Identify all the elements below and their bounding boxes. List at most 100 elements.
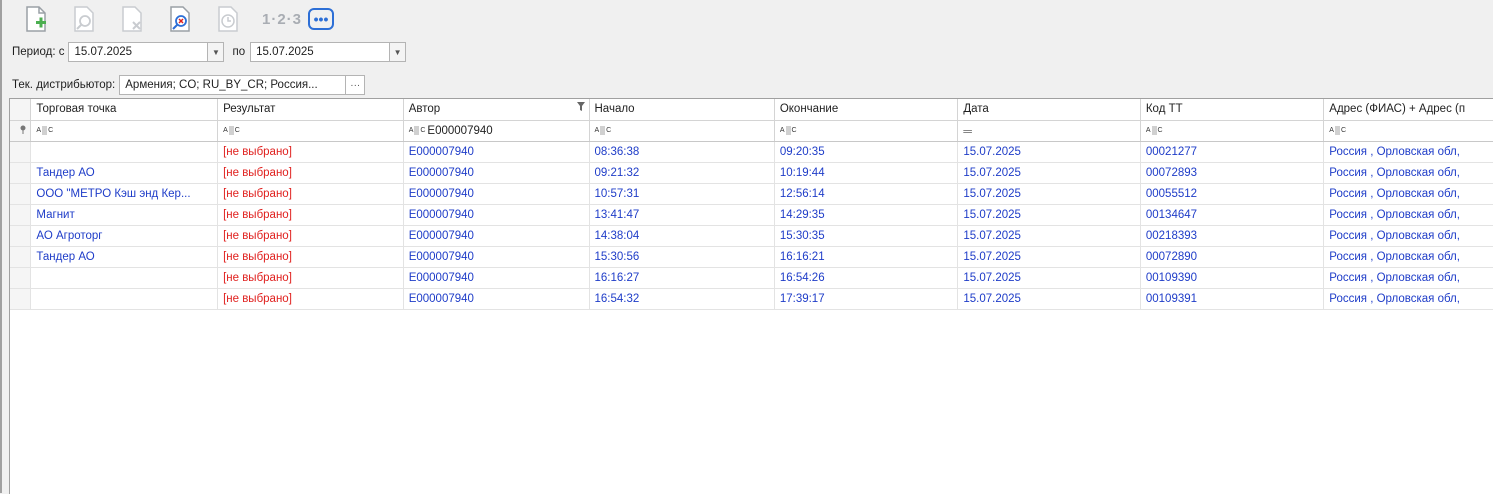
cell-address[interactable]: Россия , Орловская обл, — [1323, 267, 1493, 289]
cell-outlet[interactable]: Тандер АО — [30, 162, 219, 184]
cell-result[interactable]: [не выбрано] — [217, 246, 404, 268]
cell-date[interactable]: 15.07.2025 — [957, 267, 1141, 289]
more-actions-button[interactable]: ••• — [308, 8, 334, 30]
table-row[interactable]: АО Агроторг [не выбрано] E000007940 14:38:0… — [10, 225, 1493, 247]
column-header-end[interactable]: Окончание — [774, 99, 959, 121]
cell-author[interactable]: E000007940 — [403, 288, 590, 310]
cell-outlet-code[interactable]: 00109391 — [1140, 288, 1325, 310]
cell-address[interactable]: Россия , Орловская обл, — [1323, 225, 1493, 247]
history-button[interactable] — [212, 2, 246, 36]
table-row[interactable]: ООО "МЕТРО Кэш энд Кер... [не выбрано] E00… — [10, 183, 1493, 205]
cell-address[interactable]: Россия , Орловская обл, — [1323, 141, 1493, 163]
row-indicator[interactable] — [10, 225, 32, 247]
cell-start[interactable]: 15:30:56 — [589, 246, 775, 268]
cell-end[interactable]: 17:39:17 — [774, 288, 959, 310]
filter-cell[interactable]: ═ — [957, 120, 1141, 142]
table-row[interactable]: Магнит [не выбрано] E000007940 13:41:47 14:2… — [10, 204, 1493, 226]
period-to-date-field[interactable]: 15.07.2025 ▼ — [250, 42, 407, 62]
cell-author[interactable]: E000007940 — [403, 204, 590, 226]
filter-icon[interactable] — [576, 102, 585, 111]
cell-start[interactable]: 13:41:47 — [589, 204, 775, 226]
cell-outlet[interactable]: АО Агроторг — [30, 225, 219, 247]
cell-result[interactable]: [не выбрано] — [217, 225, 404, 247]
row-indicator[interactable] — [10, 204, 32, 226]
table-row[interactable]: [не выбрано] E000007940 16:16:27 16:54:26 15… — [10, 267, 1493, 289]
table-row[interactable]: Тандер АО [не выбрано] E000007940 15:30:56 1… — [10, 246, 1493, 268]
cell-date[interactable]: 15.07.2025 — [957, 141, 1141, 163]
distributor-value[interactable]: Армения; CO; RU_BY_CR; Россия... — [120, 76, 345, 94]
cell-outlet[interactable]: ООО "МЕТРО Кэш энд Кер... — [30, 183, 219, 205]
period-from-date-field[interactable]: 15.07.2025 ▼ — [68, 42, 225, 62]
cell-end[interactable]: 16:54:26 — [774, 267, 959, 289]
cell-result[interactable]: [не выбрано] — [217, 267, 404, 289]
cell-outlet[interactable]: Магнит — [30, 204, 219, 226]
cell-start[interactable]: 09:21:32 — [589, 162, 775, 184]
cell-author[interactable]: E000007940 — [403, 246, 590, 268]
cell-outlet-code[interactable]: 00218393 — [1140, 225, 1325, 247]
cell-outlet-code[interactable]: 00021277 — [1140, 141, 1325, 163]
cell-author[interactable]: E000007940 — [403, 141, 590, 163]
filter-cell[interactable]: AC — [217, 120, 404, 142]
cell-start[interactable]: 14:38:04 — [589, 225, 775, 247]
cell-start[interactable]: 16:54:32 — [589, 288, 775, 310]
period-from-value[interactable]: 15.07.2025 — [69, 43, 207, 61]
filter-cell[interactable]: AC — [774, 120, 959, 142]
cell-address[interactable]: Россия , Орловская обл, — [1323, 204, 1493, 226]
cell-outlet-code[interactable]: 00055512 — [1140, 183, 1325, 205]
table-row[interactable]: [не выбрано] E000007940 16:54:32 17:39:17 15… — [10, 288, 1493, 310]
column-header-outlet-code[interactable]: Код ТТ — [1140, 99, 1325, 121]
cell-outlet-code[interactable]: 00134647 — [1140, 204, 1325, 226]
column-header-start[interactable]: Начало — [589, 99, 775, 121]
cell-end[interactable]: 12:56:14 — [774, 183, 959, 205]
cell-outlet-code[interactable]: 00109390 — [1140, 267, 1325, 289]
cell-outlet[interactable] — [30, 288, 219, 310]
column-header-address[interactable]: Адрес (ФИАС) + Адрес (п — [1323, 99, 1493, 121]
cancel-search-button[interactable] — [164, 2, 198, 36]
cell-result[interactable]: [не выбрано] — [217, 204, 404, 226]
row-indicator[interactable] — [10, 288, 32, 310]
view-document-button[interactable] — [68, 2, 102, 36]
cell-outlet-code[interactable]: 00072893 — [1140, 162, 1325, 184]
column-header-outlet[interactable]: Торговая точка — [30, 99, 219, 121]
cell-date[interactable]: 15.07.2025 — [957, 225, 1141, 247]
cell-date[interactable]: 15.07.2025 — [957, 246, 1141, 268]
cell-result[interactable]: [не выбрано] — [217, 183, 404, 205]
cell-start[interactable]: 10:57:31 — [589, 183, 775, 205]
cell-author[interactable]: E000007940 — [403, 225, 590, 247]
cell-result[interactable]: [не выбрано] — [217, 162, 404, 184]
table-row[interactable]: Тандер АО [не выбрано] E000007940 09:21:32 1… — [10, 162, 1493, 184]
row-indicator[interactable] — [10, 267, 32, 289]
delete-document-button[interactable] — [116, 2, 150, 36]
period-to-value[interactable]: 15.07.2025 — [251, 43, 389, 61]
filter-cell[interactable]: AC — [1323, 120, 1493, 142]
cell-outlet[interactable] — [30, 141, 219, 163]
column-header-result[interactable]: Результат — [217, 99, 404, 121]
cell-end[interactable]: 10:19:44 — [774, 162, 959, 184]
cell-end[interactable]: 16:16:21 — [774, 246, 959, 268]
cell-end[interactable]: 14:29:35 — [774, 204, 959, 226]
cell-outlet-code[interactable]: 00072890 — [1140, 246, 1325, 268]
cell-result[interactable]: [не выбрано] — [217, 141, 404, 163]
cell-outlet[interactable] — [30, 267, 219, 289]
chevron-down-icon[interactable]: ▼ — [389, 43, 406, 61]
cell-date[interactable]: 15.07.2025 — [957, 288, 1141, 310]
column-header-author[interactable]: Автор — [403, 99, 590, 121]
distributor-select-button[interactable]: ··· — [345, 76, 364, 94]
chevron-down-icon[interactable]: ▼ — [207, 43, 224, 61]
cell-result[interactable]: [не выбрано] — [217, 288, 404, 310]
cell-start[interactable]: 16:16:27 — [589, 267, 775, 289]
numbering-button[interactable]: 1·2·3 — [260, 2, 304, 36]
row-indicator[interactable] — [10, 246, 32, 268]
column-header-date[interactable]: Дата — [957, 99, 1141, 121]
filter-cell[interactable]: AC — [1140, 120, 1325, 142]
cell-author[interactable]: E000007940 — [403, 267, 590, 289]
cell-address[interactable]: Россия , Орловская обл, — [1323, 288, 1493, 310]
row-indicator[interactable] — [10, 183, 32, 205]
cell-end[interactable]: 09:20:35 — [774, 141, 959, 163]
filter-cell[interactable]: AC — [589, 120, 775, 142]
cell-address[interactable]: Россия , Орловская обл, — [1323, 246, 1493, 268]
add-document-button[interactable] — [20, 2, 54, 36]
cell-start[interactable]: 08:36:38 — [589, 141, 775, 163]
cell-date[interactable]: 15.07.2025 — [957, 183, 1141, 205]
distributor-field[interactable]: Армения; CO; RU_BY_CR; Россия... ··· — [119, 75, 366, 95]
